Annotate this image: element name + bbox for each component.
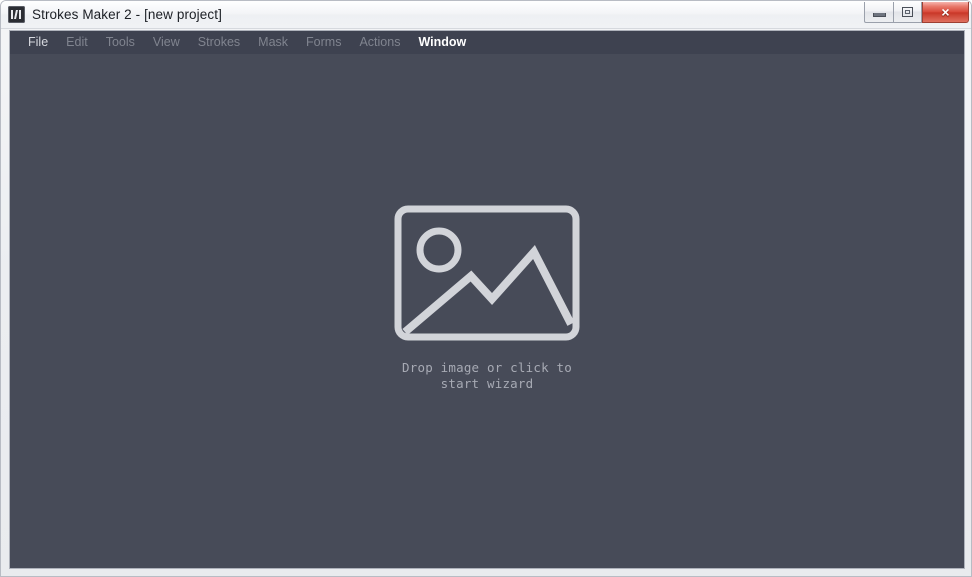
app-logo-icon[interactable] <box>8 6 25 23</box>
minimize-button[interactable] <box>864 2 893 23</box>
drop-hint-text: Drop image or click to start wizard <box>402 360 572 391</box>
menu-item-window[interactable]: Window <box>409 33 475 53</box>
title-bar[interactable]: Strokes Maker 2 - [new project] × <box>1 1 971 29</box>
menu-item-tools[interactable]: Tools <box>97 33 144 53</box>
maximize-icon <box>902 7 913 17</box>
menu-item-view[interactable]: View <box>144 33 189 53</box>
close-button[interactable]: × <box>922 2 969 23</box>
menu-item-edit[interactable]: Edit <box>57 33 97 53</box>
close-icon: × <box>941 4 950 20</box>
app-logo-glyph-left <box>11 10 13 19</box>
menu-item-file[interactable]: File <box>19 33 57 53</box>
canvas-area[interactable]: Drop image or click to start wizard <box>10 54 964 568</box>
menu-item-strokes[interactable]: Strokes <box>189 33 249 53</box>
menu-item-forms[interactable]: Forms <box>297 33 350 53</box>
image-placeholder-icon <box>394 205 580 341</box>
application-window: Strokes Maker 2 - [new project] × File E… <box>0 0 972 577</box>
menu-item-mask[interactable]: Mask <box>249 33 297 53</box>
window-controls: × <box>864 2 969 24</box>
maximize-restore-button[interactable] <box>893 2 922 23</box>
window-title: Strokes Maker 2 - [new project] <box>32 7 222 22</box>
app-logo-glyph-middle <box>14 10 18 19</box>
minimize-icon <box>872 12 886 17</box>
menu-bar: File Edit Tools View Strokes Mask Forms … <box>10 31 964 54</box>
app-logo-glyph-right <box>19 10 21 19</box>
client-area: File Edit Tools View Strokes Mask Forms … <box>9 30 965 569</box>
menu-item-actions[interactable]: Actions <box>350 33 409 53</box>
drop-zone[interactable]: Drop image or click to start wizard <box>393 204 581 392</box>
